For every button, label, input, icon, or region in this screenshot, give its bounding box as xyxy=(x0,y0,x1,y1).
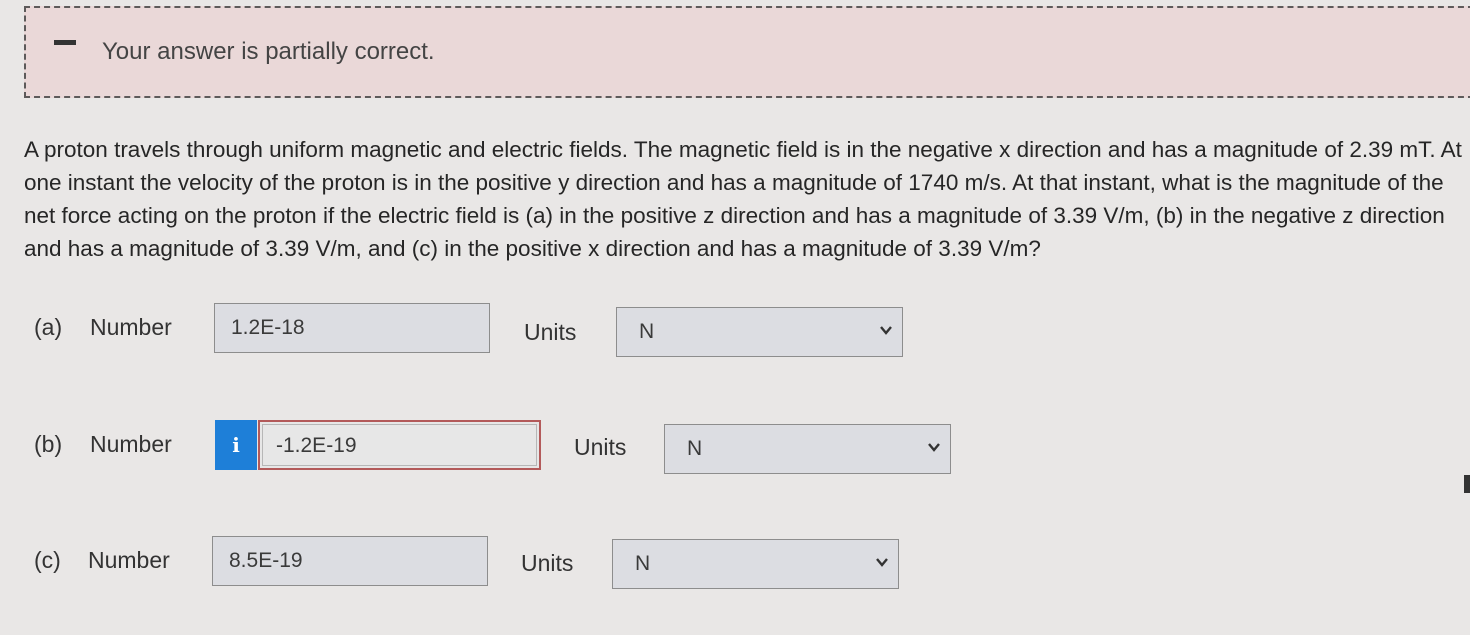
answer-row-c: (c) Number 8.5E-19 Units N xyxy=(0,536,1470,596)
question-text: A proton travels through uniform magneti… xyxy=(24,137,1462,261)
number-label: Number xyxy=(88,547,170,573)
number-input[interactable]: -1.2E-19 xyxy=(258,420,541,470)
info-icon: i xyxy=(232,433,240,457)
units-select-value: N xyxy=(687,437,703,460)
units-select[interactable]: N xyxy=(612,539,899,589)
scroll-indicator xyxy=(1464,475,1470,493)
feedback-message: Your answer is partially correct. xyxy=(102,38,435,65)
chevron-down-icon xyxy=(876,558,888,567)
units-label: Units xyxy=(574,434,627,460)
partial-icon xyxy=(54,40,76,45)
answer-row-a: (a) Number 1.2E-18 Units N xyxy=(0,303,1470,363)
number-input[interactable]: 1.2E-18 xyxy=(214,303,490,353)
units-select-value: N xyxy=(635,552,651,575)
part-label: (b) xyxy=(34,431,63,457)
info-button[interactable]: i xyxy=(215,420,257,470)
units-select-value: N xyxy=(639,320,655,343)
part-label: (a) xyxy=(34,314,63,340)
chevron-down-icon xyxy=(928,443,940,452)
units-label: Units xyxy=(524,319,577,345)
number-label: Number xyxy=(90,314,172,340)
units-select[interactable]: N xyxy=(664,424,951,474)
number-input[interactable]: 8.5E-19 xyxy=(212,536,488,586)
feedback-banner: Your answer is partially correct. xyxy=(24,6,1470,98)
answer-row-b: (b) Number i -1.2E-19 Units N xyxy=(0,420,1470,480)
number-label: Number xyxy=(90,431,172,457)
part-label: (c) xyxy=(34,547,61,573)
units-select[interactable]: N xyxy=(616,307,903,357)
chevron-down-icon xyxy=(880,326,892,335)
units-label: Units xyxy=(521,550,574,576)
